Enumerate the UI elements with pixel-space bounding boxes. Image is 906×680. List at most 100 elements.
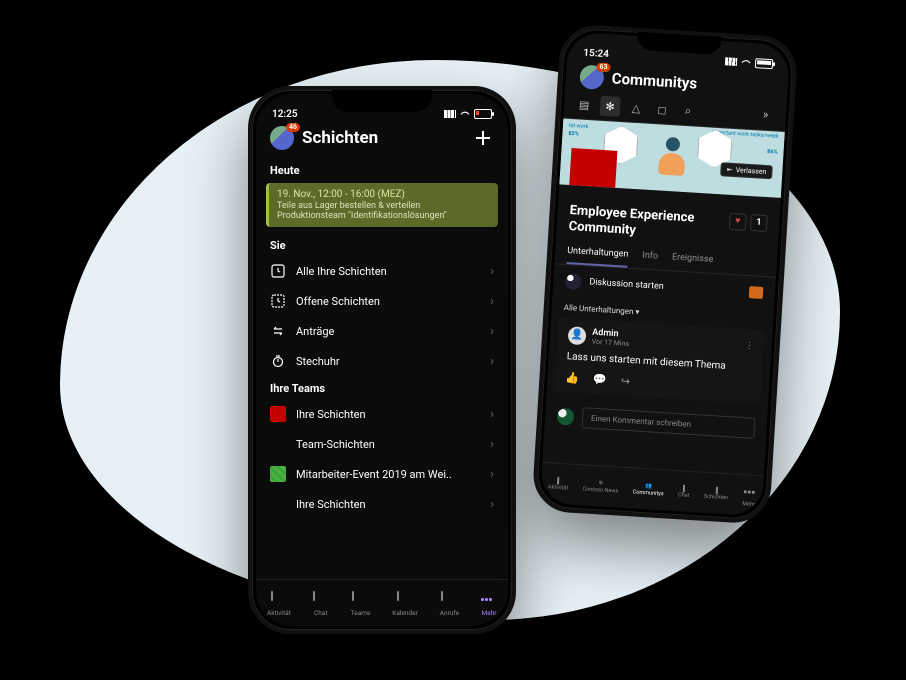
tab-label: Schichten <box>704 493 729 500</box>
community-title: Employee Experience Community <box>568 203 730 245</box>
bell-icon <box>557 477 559 483</box>
tab-label: Kalender <box>392 609 418 617</box>
today-shift-card[interactable]: 19. Nov., 12:00 - 16:00 (MEZ) Teile aus … <box>266 183 498 227</box>
tab-activity[interactable]: Aktivität <box>548 477 569 491</box>
tab-news[interactable]: ✻Contoso News <box>582 479 619 494</box>
row-label: Anträge <box>296 325 480 338</box>
page-title: Schichten <box>302 128 464 148</box>
calls-icon <box>441 592 457 608</box>
more-icon <box>744 484 755 501</box>
battery-icon <box>755 58 774 69</box>
banner-stat-value: 82% <box>568 131 579 138</box>
feed-post: 👤 Admin Vor 17 Mins ⋮ Lass uns starten m… <box>555 317 765 404</box>
chevron-right-icon <box>490 294 494 309</box>
chevron-right-icon <box>490 354 494 369</box>
signal-icon <box>725 57 737 66</box>
row-label: Ihre Schichten <box>296 408 480 421</box>
tab-calendar[interactable]: Kalender <box>392 592 418 617</box>
your-all-shifts[interactable]: Alle Ihre Schichten <box>256 256 508 286</box>
section-today-header: Heute <box>256 158 508 181</box>
tab-calls[interactable]: Anrufe <box>440 592 459 617</box>
battery-icon <box>474 109 492 119</box>
subtab-events[interactable]: Ereignisse <box>671 248 714 272</box>
team-row[interactable]: Ihre Schichten <box>256 489 508 519</box>
tab-label: Teams <box>351 609 371 617</box>
status-time: 12:25 <box>272 109 298 120</box>
communities-icon[interactable]: ✻ <box>600 96 621 117</box>
shift-time: 19. Nov., 12:00 - 16:00 (MEZ) <box>277 189 490 200</box>
chevron-right-icon <box>490 264 494 279</box>
like-button[interactable]: 👍 <box>565 371 579 385</box>
wifi-icon <box>460 109 469 118</box>
clock-open-icon <box>270 293 286 309</box>
clock-icon <box>270 263 286 279</box>
leave-label: Verlassen <box>736 166 767 176</box>
more-icon <box>481 592 497 608</box>
author-avatar[interactable]: 👤 <box>568 326 587 345</box>
bell-icon[interactable]: △ <box>625 97 646 118</box>
team-row[interactable]: Team-Schichten <box>256 429 508 459</box>
stopwatch-icon <box>270 353 286 369</box>
row-label: Alle Ihre Schichten <box>296 265 480 278</box>
banner-stat-value: 86% <box>767 149 778 156</box>
favorite-button[interactable]: ♥ <box>729 213 747 231</box>
comment-button[interactable]: 💬 <box>593 373 607 387</box>
calendar-icon <box>397 592 413 608</box>
teams-icon <box>352 592 368 608</box>
commenter-avatar <box>557 408 575 426</box>
tab-label: Contoso News <box>582 486 618 494</box>
tab-communities[interactable]: 👥Communitys <box>633 482 665 497</box>
shift-task: Teile aus Lager bestellen & verteilen <box>277 201 490 211</box>
tab-chat[interactable]: Chat <box>678 485 690 499</box>
feed-icon[interactable]: ▤ <box>574 94 595 115</box>
tab-label: Communitys <box>633 489 664 497</box>
your-timeclock[interactable]: Stechuhr <box>256 346 508 376</box>
tab-activity[interactable]: Aktivität <box>267 592 291 617</box>
user-avatar[interactable]: 63 <box>579 64 604 89</box>
subtab-conversations[interactable]: Unterhaltungen <box>566 242 629 268</box>
team-color-icon <box>270 466 286 482</box>
tab-chat[interactable]: Chat <box>313 592 329 617</box>
notification-badge: 46 <box>286 123 300 132</box>
share-button[interactable]: ↪ <box>620 375 630 389</box>
your-open-shifts[interactable]: Offene Schichten <box>256 286 508 316</box>
team-row[interactable]: Ihre Schichten <box>256 399 508 429</box>
tab-teams[interactable]: Teams <box>351 592 371 617</box>
user-avatar[interactable]: 46 <box>270 126 294 150</box>
page-header: 46 Schichten <box>256 122 508 158</box>
tab-more[interactable]: Mehr <box>742 484 756 508</box>
chat-icon <box>683 485 685 491</box>
chevron-right-icon <box>490 437 494 452</box>
tab-label: Mehr <box>742 501 755 508</box>
discussion-prompt: Diskussion starten <box>589 277 664 292</box>
section-you-header: Sie <box>256 233 508 256</box>
plus-icon <box>476 131 490 145</box>
team-row[interactable]: Mitarbeiter-Event 2019 am Wei.. <box>256 459 508 489</box>
comment-input[interactable]: Einen Kommentar schreiben <box>581 407 755 439</box>
tab-label: Anrufe <box>440 609 459 617</box>
team-color-icon <box>270 436 286 452</box>
tab-label: Aktivität <box>267 609 291 617</box>
notification-badge: 63 <box>596 62 611 72</box>
post-more-button[interactable]: ⋮ <box>744 341 754 352</box>
bottom-tabbar: Aktivität Chat Teams Kalender Anrufe Meh… <box>256 579 508 626</box>
tab-shifts[interactable]: Schichten <box>704 486 729 500</box>
leave-button[interactable]: ⇤ Verlassen <box>720 162 772 179</box>
subtab-info[interactable]: Info <box>642 246 659 269</box>
add-button[interactable] <box>472 127 494 149</box>
collapse-icon[interactable] <box>755 105 776 126</box>
swap-icon <box>270 323 286 339</box>
tab-more[interactable]: Mehr <box>481 592 497 617</box>
calendar-icon <box>715 487 717 493</box>
search-icon[interactable]: ⌕ <box>677 101 698 122</box>
row-label: Mitarbeiter-Event 2019 am Wei.. <box>296 468 480 481</box>
bookmark-icon[interactable]: ◻ <box>651 99 672 120</box>
compose-icon <box>749 286 764 299</box>
chevron-right-icon <box>490 467 494 482</box>
member-count: 1 <box>750 214 768 232</box>
tab-label: Mehr <box>482 609 497 617</box>
your-requests[interactable]: Anträge <box>256 316 508 346</box>
tab-label: Chat <box>314 609 327 617</box>
tab-label: Chat <box>678 492 690 499</box>
chevron-right-icon <box>490 407 494 422</box>
